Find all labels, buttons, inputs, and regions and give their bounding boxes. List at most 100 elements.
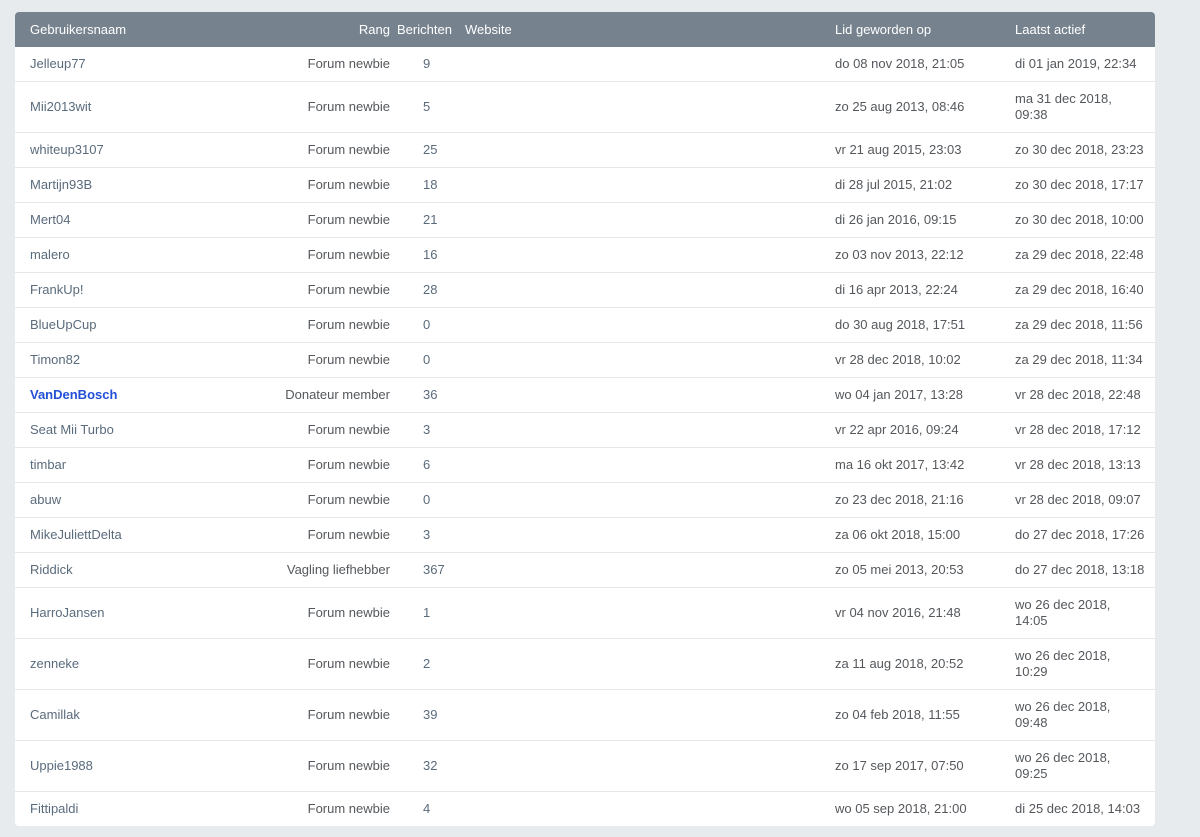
website-cell — [465, 342, 820, 377]
username-cell: Fittipaldi — [15, 791, 270, 826]
post-count-link[interactable]: 32 — [423, 758, 437, 773]
post-count-link[interactable]: 18 — [423, 177, 437, 192]
column-header-rank[interactable]: Rang — [270, 12, 390, 47]
table-row: zenneke Forum newbie 2 za 11 aug 2018, 2… — [15, 638, 1155, 689]
username-link[interactable]: VanDenBosch — [30, 387, 117, 402]
last-active-date: vr 28 dec 2018, 09:07 — [990, 482, 1155, 517]
post-count-link[interactable]: 3 — [423, 527, 430, 542]
post-count-link[interactable]: 9 — [423, 56, 430, 71]
rank-label: Forum newbie — [270, 237, 390, 272]
joined-date: zo 04 feb 2018, 11:55 — [820, 689, 990, 740]
post-count-link[interactable]: 25 — [423, 142, 437, 157]
username-cell: Camillak — [15, 689, 270, 740]
joined-date: vr 22 apr 2016, 09:24 — [820, 412, 990, 447]
table-row: HarroJansen Forum newbie 1 vr 04 nov 201… — [15, 587, 1155, 638]
post-count-link[interactable]: 5 — [423, 99, 430, 114]
table-row: VanDenBosch Donateur member 36 wo 04 jan… — [15, 377, 1155, 412]
table-row: Martijn93B Forum newbie 18 di 28 jul 201… — [15, 167, 1155, 202]
rank-label: Forum newbie — [270, 482, 390, 517]
rank-label: Vagling liefhebber — [270, 552, 390, 587]
post-count-link[interactable]: 367 — [423, 562, 445, 577]
username-link[interactable]: Timon82 — [30, 352, 80, 367]
username-link[interactable]: Jelleup77 — [30, 56, 86, 71]
username-link[interactable]: Fittipaldi — [30, 801, 78, 816]
last-active-date: wo 26 dec 2018, 14:05 — [990, 587, 1155, 638]
column-header-username[interactable]: Gebruikersnaam — [15, 12, 270, 47]
username-link[interactable]: BlueUpCup — [30, 317, 97, 332]
post-count-link[interactable]: 28 — [423, 282, 437, 297]
rank-label: Forum newbie — [270, 791, 390, 826]
post-count-cell: 39 — [390, 689, 465, 740]
column-header-last-active[interactable]: Laatst actief — [990, 12, 1155, 47]
joined-date: wo 04 jan 2017, 13:28 — [820, 377, 990, 412]
table-row: Jelleup77 Forum newbie 9 do 08 nov 2018,… — [15, 47, 1155, 81]
username-cell: timbar — [15, 447, 270, 482]
post-count-link[interactable]: 0 — [423, 492, 430, 507]
username-link[interactable]: abuw — [30, 492, 61, 507]
username-link[interactable]: Mert04 — [30, 212, 70, 227]
username-link[interactable]: timbar — [30, 457, 66, 472]
username-link[interactable]: MikeJuliettDelta — [30, 527, 122, 542]
joined-date: zo 17 sep 2017, 07:50 — [820, 740, 990, 791]
website-cell — [465, 447, 820, 482]
username-cell: Martijn93B — [15, 167, 270, 202]
username-link[interactable]: FrankUp! — [30, 282, 83, 297]
post-count-link[interactable]: 6 — [423, 457, 430, 472]
last-active-date: di 01 jan 2019, 22:34 — [990, 47, 1155, 81]
memberlist-header: Gebruikersnaam Rang Berichten Website Li… — [15, 12, 1155, 47]
post-count-cell: 3 — [390, 517, 465, 552]
post-count-link[interactable]: 36 — [423, 387, 437, 402]
username-link[interactable]: HarroJansen — [30, 605, 104, 620]
username-cell: HarroJansen — [15, 587, 270, 638]
post-count-link[interactable]: 0 — [423, 352, 430, 367]
column-header-joined[interactable]: Lid geworden op — [820, 12, 990, 47]
rank-label: Forum newbie — [270, 307, 390, 342]
username-link[interactable]: zenneke — [30, 656, 79, 671]
table-row: Mii2013wit Forum newbie 5 zo 25 aug 2013… — [15, 81, 1155, 132]
post-count-link[interactable]: 4 — [423, 801, 430, 816]
last-active-date: ma 31 dec 2018, 09:38 — [990, 81, 1155, 132]
last-active-date: vr 28 dec 2018, 13:13 — [990, 447, 1155, 482]
post-count-link[interactable]: 16 — [423, 247, 437, 262]
post-count-cell: 0 — [390, 482, 465, 517]
username-cell: Seat Mii Turbo — [15, 412, 270, 447]
table-row: Fittipaldi Forum newbie 4 wo 05 sep 2018… — [15, 791, 1155, 826]
website-cell — [465, 740, 820, 791]
username-cell: Mii2013wit — [15, 81, 270, 132]
website-cell — [465, 202, 820, 237]
username-link[interactable]: Riddick — [30, 562, 73, 577]
username-link[interactable]: Seat Mii Turbo — [30, 422, 114, 437]
post-count-cell: 2 — [390, 638, 465, 689]
username-link[interactable]: Uppie1988 — [30, 758, 93, 773]
rank-label: Forum newbie — [270, 132, 390, 167]
username-cell: VanDenBosch — [15, 377, 270, 412]
username-cell: Mert04 — [15, 202, 270, 237]
username-cell: Riddick — [15, 552, 270, 587]
rank-label: Forum newbie — [270, 587, 390, 638]
column-header-posts[interactable]: Berichten — [390, 12, 465, 47]
post-count-link[interactable]: 2 — [423, 656, 430, 671]
post-count-link[interactable]: 21 — [423, 212, 437, 227]
last-active-date: wo 26 dec 2018, 10:29 — [990, 638, 1155, 689]
username-link[interactable]: Mii2013wit — [30, 99, 91, 114]
joined-date: vr 04 nov 2016, 21:48 — [820, 587, 990, 638]
username-link[interactable]: Martijn93B — [30, 177, 92, 192]
website-cell — [465, 552, 820, 587]
column-header-website[interactable]: Website — [465, 12, 820, 47]
username-link[interactable]: whiteup3107 — [30, 142, 104, 157]
post-count-link[interactable]: 1 — [423, 605, 430, 620]
post-count-cell: 367 — [390, 552, 465, 587]
rank-label: Forum newbie — [270, 638, 390, 689]
post-count-link[interactable]: 39 — [423, 707, 437, 722]
username-link[interactable]: malero — [30, 247, 70, 262]
post-count-cell: 16 — [390, 237, 465, 272]
last-active-date: za 29 dec 2018, 22:48 — [990, 237, 1155, 272]
website-cell — [465, 689, 820, 740]
rank-label: Forum newbie — [270, 447, 390, 482]
post-count-link[interactable]: 3 — [423, 422, 430, 437]
last-active-date: do 27 dec 2018, 13:18 — [990, 552, 1155, 587]
last-active-date: wo 26 dec 2018, 09:25 — [990, 740, 1155, 791]
joined-date: di 26 jan 2016, 09:15 — [820, 202, 990, 237]
username-link[interactable]: Camillak — [30, 707, 80, 722]
post-count-link[interactable]: 0 — [423, 317, 430, 332]
